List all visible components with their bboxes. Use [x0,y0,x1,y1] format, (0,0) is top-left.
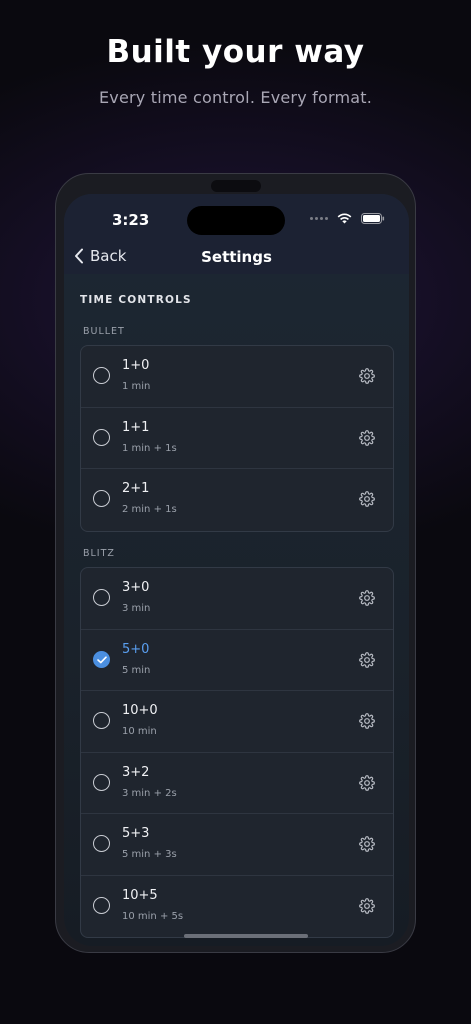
time-control-row[interactable]: 5+3 5 min + 3s [81,814,393,876]
time-control-desc: 2 min + 1s [122,504,177,515]
radio-button-checked[interactable] [93,650,110,668]
gear-icon[interactable] [359,368,375,384]
time-control-desc: 1 min [122,381,151,392]
radio-button[interactable] [93,428,110,446]
time-control-row[interactable]: 3+2 3 min + 2s [81,753,393,814]
radio-button[interactable] [93,712,110,729]
gear-icon[interactable] [359,590,375,606]
time-control-row-selected[interactable]: 5+0 5 min [81,630,393,691]
time-control-row[interactable]: 10+5 10 min + 5s [81,876,393,938]
time-control-desc: 1 min + 1s [122,442,177,454]
battery-icon [361,213,385,224]
time-control-row[interactable]: 1+1 1 min + 1s [81,408,393,469]
time-control-row[interactable]: 10+0 10 min [81,691,393,753]
group-bullet: 1+0 1 min 1+1 1 min + 1s 2+1 2 min + 1s [80,345,394,532]
gear-icon[interactable] [359,429,375,446]
time-control-label: 1+0 [122,358,150,373]
radio-button[interactable] [93,490,110,507]
time-control-desc: 3 min + 2s [122,787,177,799]
time-control-label: 10+0 [122,703,158,718]
phone-speaker [211,180,261,192]
time-control-row[interactable]: 2+1 2 min + 1s [81,469,393,531]
time-control-row[interactable]: 3+0 3 min [81,568,393,630]
time-control-row[interactable]: 1+0 1 min [81,346,393,408]
gear-icon[interactable] [359,836,375,852]
gear-icon[interactable] [359,651,375,668]
time-control-desc: 5 min + 3s [122,849,177,860]
section-title: TIME CONTROLS [80,294,192,306]
check-icon [97,655,107,663]
phone-frame: 3:23 Back Settings TIME CONTROLS BULLET [55,173,416,953]
time-control-label: 1+1 [122,419,150,435]
time-control-desc: 10 min [122,726,157,737]
promo-headline: Built your way [106,34,365,70]
gear-icon[interactable] [359,491,375,507]
group-blitz: 3+0 3 min 5+0 5 min 10+0 10 min 3+2 3 mi… [80,567,394,938]
group-label-bullet: BULLET [83,326,125,337]
page-title: Settings [201,248,272,266]
time-control-label: 3+2 [122,764,150,780]
gear-icon[interactable] [359,713,375,729]
gear-icon[interactable] [359,774,375,791]
group-label-blitz: BLITZ [83,548,115,559]
wifi-icon [337,213,352,224]
status-icons [310,213,385,224]
time-control-label: 10+5 [122,887,158,903]
dynamic-island [187,206,285,235]
status-time: 3:23 [112,211,150,229]
time-control-desc: 5 min [122,664,151,676]
promo-subline: Every time control. Every format. [98,88,373,107]
time-control-desc: 3 min [122,603,151,614]
radio-button[interactable] [93,773,110,791]
phone-screen: 3:23 Back Settings TIME CONTROLS BULLET [64,194,409,946]
radio-button[interactable] [93,835,110,852]
gear-icon[interactable] [359,897,375,914]
radio-button[interactable] [93,589,110,606]
time-control-label: 3+0 [122,580,150,595]
time-control-label: 5+0 [122,641,150,657]
radio-button[interactable] [93,896,110,914]
home-indicator [184,934,308,938]
time-control-label: 2+1 [122,481,150,496]
time-control-label: 5+3 [122,826,150,841]
signal-icon [310,217,328,220]
radio-button[interactable] [93,367,110,384]
time-control-desc: 10 min + 5s [122,910,184,922]
